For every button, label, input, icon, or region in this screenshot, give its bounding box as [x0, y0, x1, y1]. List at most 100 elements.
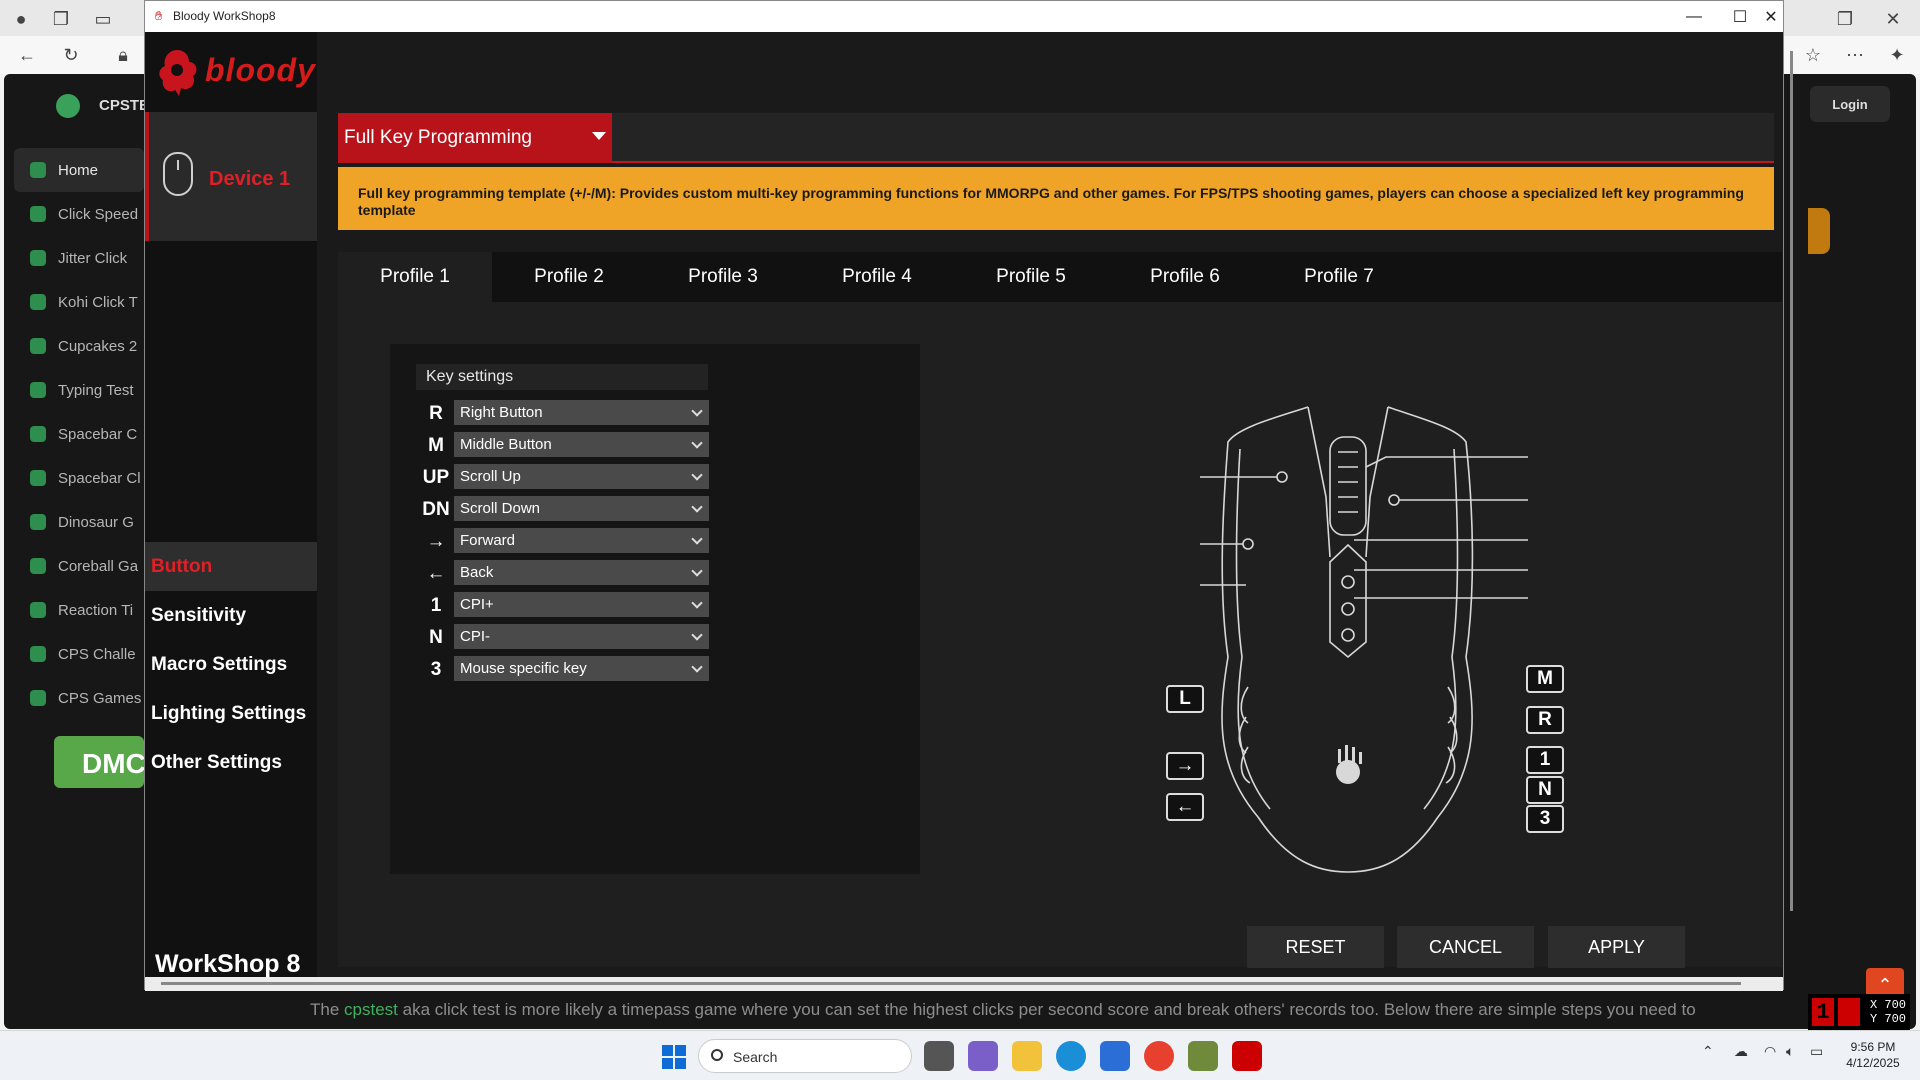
site-nav-item[interactable]: Typing Test: [14, 368, 144, 412]
nav-item-icon: [30, 426, 46, 442]
mouse-icon: [163, 152, 193, 196]
site-nav-item[interactable]: Click Speed: [14, 192, 144, 236]
menu-macro-settings[interactable]: Macro Settings: [145, 640, 317, 689]
menu-button[interactable]: Button: [145, 542, 317, 591]
diagram-label-forward[interactable]: →: [1166, 752, 1204, 780]
key-assignment-select[interactable]: Middle Button: [454, 432, 709, 457]
close-button[interactable]: ✕: [1759, 1, 1783, 32]
more-icon[interactable]: ⋯: [1842, 42, 1868, 68]
site-nav-item[interactable]: CPS Challe: [14, 632, 144, 676]
key-settings-panel: Key settings R Right Button M Middle But…: [390, 344, 920, 874]
bloody-taskbar-icon[interactable]: [1232, 1041, 1262, 1071]
tab-profile-7[interactable]: Profile 7: [1262, 252, 1416, 302]
workspaces-icon[interactable]: ❐: [48, 6, 74, 32]
key-assignment-select[interactable]: Mouse specific key: [454, 656, 709, 681]
search-icon: [711, 1049, 723, 1061]
key-assignment-select[interactable]: CPI-: [454, 624, 709, 649]
network-cloud-icon[interactable]: ☁: [1734, 1043, 1748, 1060]
diagram-label-m[interactable]: M: [1526, 665, 1564, 693]
key-label: N: [429, 627, 443, 648]
site-nav-item[interactable]: Dinosaur G: [14, 500, 144, 544]
bloody-hand-icon: [159, 50, 197, 96]
key-assignment-select[interactable]: Scroll Down: [454, 496, 709, 521]
favorites-icon[interactable]: ☆: [1800, 42, 1826, 68]
m365-icon[interactable]: [968, 1041, 998, 1071]
nav-item-icon: [30, 382, 46, 398]
diagram-label-r[interactable]: R: [1526, 706, 1564, 734]
minecraft-icon[interactable]: [1188, 1041, 1218, 1071]
back-icon[interactable]: ←: [14, 42, 40, 68]
site-nav-item[interactable]: CPS Games: [14, 676, 144, 720]
browser-restore-icon[interactable]: ❐: [1832, 6, 1858, 32]
tab-profile-2[interactable]: Profile 2: [492, 252, 646, 302]
chrome-icon[interactable]: [1144, 1041, 1174, 1071]
diagram-label-n[interactable]: N: [1526, 776, 1564, 804]
chevron-down-icon: [691, 629, 703, 641]
taskbar-clock[interactable]: 9:56 PM 4/12/2025: [1832, 1039, 1914, 1071]
site-nav-item[interactable]: Reaction Ti: [14, 588, 144, 632]
tab-profile-3[interactable]: Profile 3: [646, 252, 800, 302]
key-assignment-select[interactable]: Right Button: [454, 400, 709, 425]
task-view-icon[interactable]: [924, 1041, 954, 1071]
profile-icon[interactable]: ●: [8, 6, 34, 32]
browser-close-icon[interactable]: ✕: [1880, 6, 1906, 32]
minimize-button[interactable]: —: [1671, 1, 1717, 32]
diagram-label-1[interactable]: 1: [1526, 746, 1564, 774]
store-icon[interactable]: [1100, 1041, 1130, 1071]
volume-icon[interactable]: 🔈︎: [1786, 1043, 1794, 1060]
lock-icon[interactable]: 🔒︎: [110, 42, 136, 68]
site-nav-item[interactable]: Spacebar Cl: [14, 456, 144, 500]
tab-actions-icon[interactable]: ▭: [90, 6, 116, 32]
home-icon: [30, 162, 46, 178]
vertical-scrollbar[interactable]: [1790, 51, 1793, 911]
diagram-label-back[interactable]: ←: [1166, 793, 1204, 821]
apply-button[interactable]: APPLY: [1548, 926, 1685, 968]
horizontal-scrollbar[interactable]: [161, 982, 1741, 985]
brand-bar: bloody: [145, 32, 317, 112]
file-explorer-icon[interactable]: [1012, 1041, 1042, 1071]
menu-lighting-settings[interactable]: Lighting Settings: [145, 689, 317, 738]
key-assignment-select[interactable]: CPI+: [454, 592, 709, 617]
template-dropdown[interactable]: Full Key Programming: [338, 113, 612, 163]
reset-button[interactable]: RESET: [1247, 926, 1384, 968]
bloody-tray-logo-icon: 1: [1812, 998, 1834, 1026]
coord-x: X 700: [1870, 998, 1907, 1012]
cancel-button[interactable]: CANCEL: [1397, 926, 1534, 968]
taskbar-search[interactable]: Search: [698, 1039, 912, 1073]
site-nav-item[interactable]: Cupcakes 2: [14, 324, 144, 368]
key-row: ← Back: [416, 560, 710, 588]
cpstest-link[interactable]: cpstest: [344, 1000, 398, 1019]
key-settings-header: Key settings: [416, 364, 708, 390]
login-button[interactable]: Login: [1810, 86, 1890, 122]
diagram-label-3[interactable]: 3: [1526, 805, 1564, 833]
site-nav-item[interactable]: Kohi Click T: [14, 280, 144, 324]
refresh-icon[interactable]: ↻: [58, 42, 84, 68]
menu-other-settings[interactable]: Other Settings: [145, 738, 317, 787]
side-accent-button[interactable]: [1808, 208, 1830, 254]
brand-wordmark: bloody: [205, 52, 316, 88]
menu-sensitivity[interactable]: Sensitivity: [145, 591, 317, 640]
tab-profile-1[interactable]: Profile 1: [338, 252, 492, 302]
battery-icon[interactable]: ▭: [1810, 1043, 1823, 1060]
diagram-label-l[interactable]: L: [1166, 685, 1204, 713]
site-nav-item[interactable]: Jitter Click: [14, 236, 144, 280]
key-assignment-select[interactable]: Back: [454, 560, 709, 585]
site-nav-item[interactable]: Home: [14, 148, 144, 192]
windows-start-icon[interactable]: [662, 1045, 686, 1069]
dmca-badge[interactable]: DMC: [54, 736, 146, 788]
copilot-icon[interactable]: ✦: [1884, 42, 1910, 68]
tab-profile-4[interactable]: Profile 4: [800, 252, 954, 302]
app-icon: ✋︎: [155, 8, 163, 23]
maximize-button[interactable]: ☐: [1717, 1, 1763, 32]
tray-overflow-icon[interactable]: ⌃: [1702, 1043, 1714, 1060]
key-assignment-select[interactable]: Forward: [454, 528, 709, 553]
site-nav-item[interactable]: Coreball Ga: [14, 544, 144, 588]
key-assignment-select[interactable]: Scroll Up: [454, 464, 709, 489]
site-nav-item[interactable]: Spacebar C: [14, 412, 144, 456]
tab-profile-6[interactable]: Profile 6: [1108, 252, 1262, 302]
tab-profile-5[interactable]: Profile 5: [954, 252, 1108, 302]
wifi-icon[interactable]: ◠: [1764, 1043, 1776, 1060]
edge-icon[interactable]: [1056, 1041, 1086, 1071]
device-selector[interactable]: Device 1: [145, 112, 317, 241]
window-titlebar: ✋︎ Bloody WorkShop8 — ☐ ✕: [145, 1, 1783, 32]
